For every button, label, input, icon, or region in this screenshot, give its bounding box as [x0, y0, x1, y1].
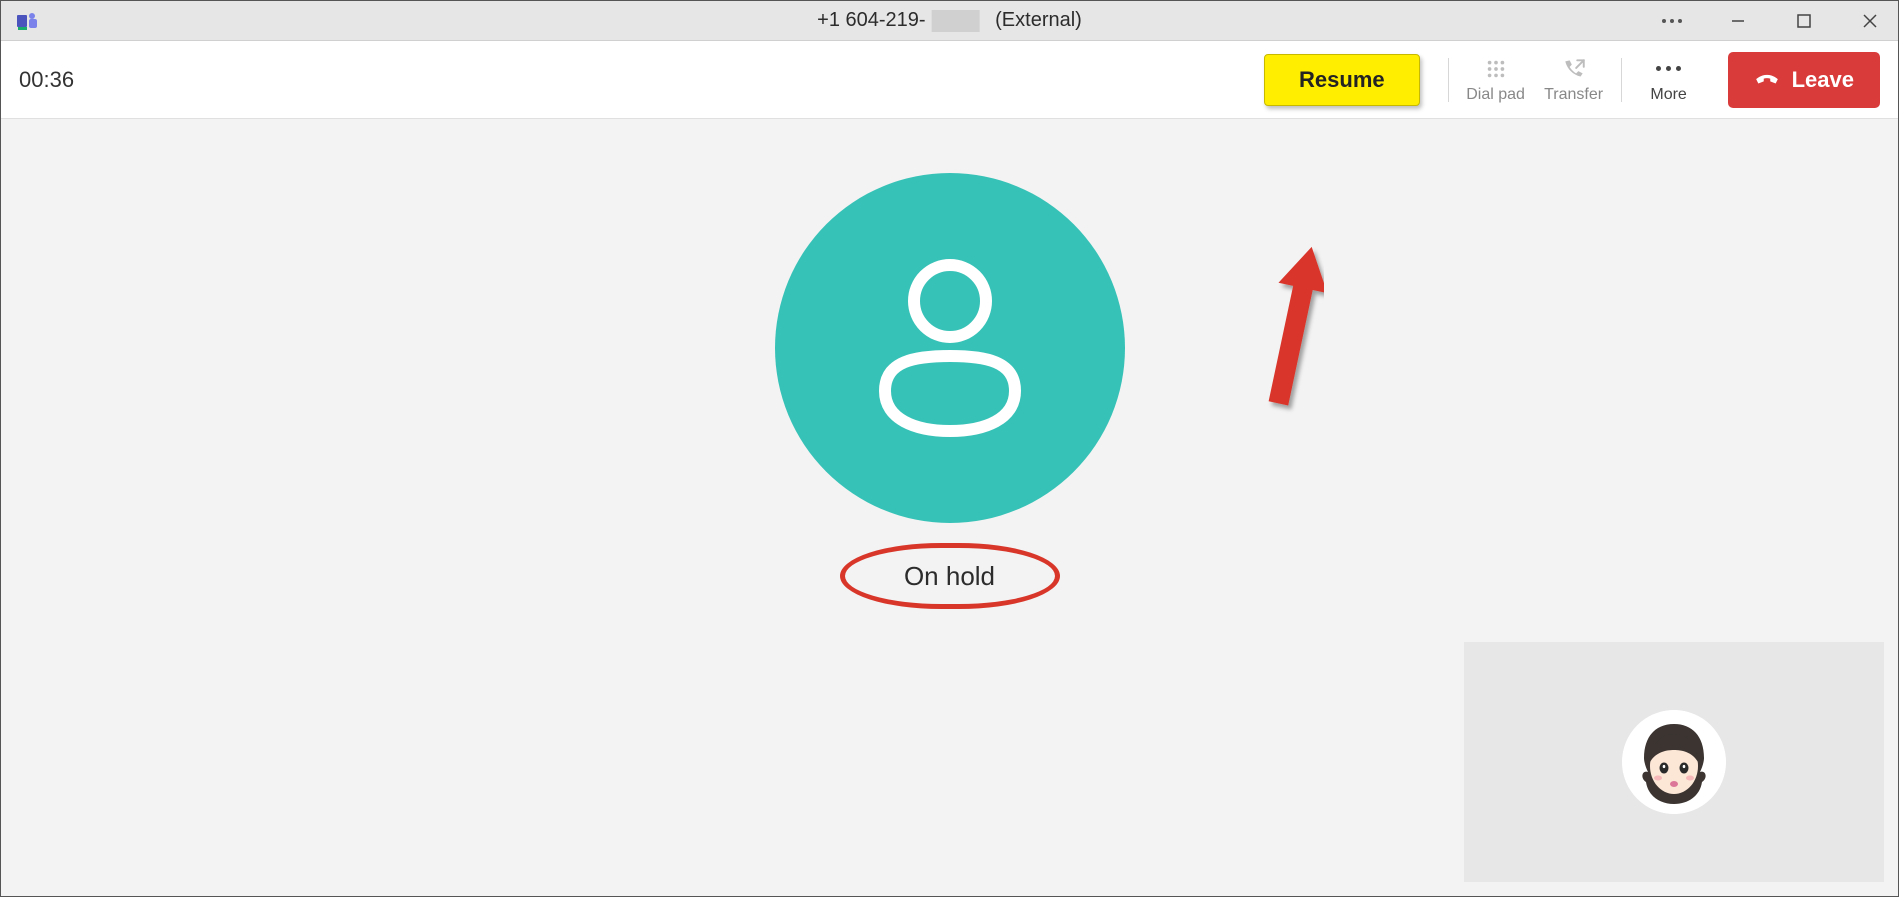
- participant-avatar: [775, 173, 1125, 523]
- leave-button[interactable]: Leave: [1728, 52, 1880, 108]
- person-icon: [865, 251, 1035, 446]
- window-title: +1 604-219- (External): [817, 9, 1082, 32]
- maximize-button[interactable]: [1784, 1, 1824, 41]
- more-icon: [1656, 56, 1681, 82]
- more-button[interactable]: More: [1630, 56, 1708, 104]
- annotation-arrow: [1264, 245, 1324, 415]
- hangup-icon: [1754, 64, 1780, 96]
- transfer-label: Transfer: [1544, 86, 1603, 104]
- minimize-button[interactable]: [1718, 1, 1758, 41]
- title-phone-prefix: +1 604-219-: [817, 9, 925, 32]
- dialpad-label: Dial pad: [1466, 86, 1525, 104]
- transfer-button[interactable]: Transfer: [1535, 56, 1613, 104]
- dialpad-button[interactable]: Dial pad: [1457, 56, 1535, 104]
- self-avatar: [1622, 710, 1726, 814]
- call-toolbar: 00:36 Resume Dial pad Transfer More: [1, 41, 1898, 119]
- window-controls: [1652, 1, 1890, 40]
- participant-block: On hold: [775, 173, 1125, 609]
- call-stage: On hold: [1, 119, 1898, 896]
- leave-label: Leave: [1792, 67, 1854, 93]
- close-button[interactable]: [1850, 1, 1890, 41]
- self-preview[interactable]: [1464, 642, 1884, 882]
- title-phone-redacted: [932, 10, 980, 32]
- hold-status-annotation: On hold: [840, 543, 1060, 609]
- resume-button[interactable]: Resume: [1264, 54, 1420, 106]
- teams-app-icon: [15, 9, 39, 33]
- call-status-text: On hold: [904, 561, 995, 592]
- call-timer: 00:36: [19, 67, 74, 93]
- title-bar: +1 604-219- (External): [1, 1, 1898, 41]
- toolbar-divider: [1621, 58, 1622, 102]
- toolbar-divider: [1448, 58, 1449, 102]
- self-avatar-icon: [1622, 710, 1726, 814]
- titlebar-more-button[interactable]: [1652, 1, 1692, 41]
- transfer-icon: [1561, 56, 1587, 82]
- more-label: More: [1650, 86, 1686, 104]
- title-external-label: (External): [995, 9, 1082, 32]
- dialpad-icon: [1485, 56, 1507, 82]
